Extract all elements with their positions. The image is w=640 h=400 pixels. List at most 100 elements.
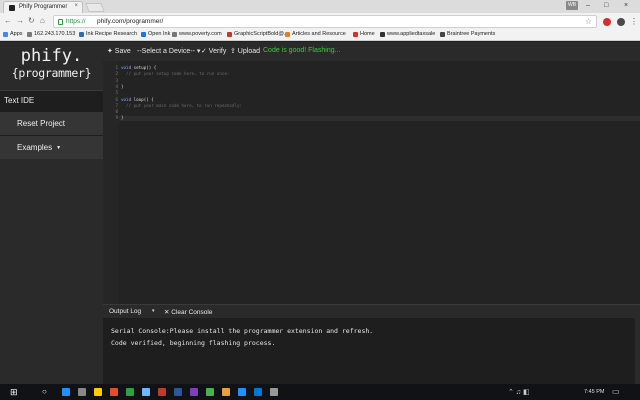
reload-icon[interactable]: ↻ [28,16,35,25]
tab-phify-programmer[interactable]: Phify Programmer × [3,1,83,13]
bookmark-item[interactable]: 162.243.170.153 [27,31,75,37]
bookmark-item[interactable]: Open Ink [141,31,170,37]
editor-toolbar: ✦ Save --Select a Device-- ▾ ✓ Verify ⇪ … [103,42,640,61]
tab-title: Phify Programmer [19,4,68,10]
taskbar-app-icon[interactable] [158,388,166,396]
line-number: 3 [115,77,118,83]
bookmark-label: Articles and Resource [292,31,346,37]
output-log-select[interactable]: Output Log [109,308,141,315]
taskbar-app-icon[interactable] [190,388,198,396]
active-line-highlight [119,116,640,121]
code-text: } [121,115,124,121]
extension-adblock-icon[interactable] [603,18,611,26]
extension-icon[interactable] [617,18,625,26]
bookmark-favicon-icon [353,31,358,37]
sidebar-section-text-ide[interactable]: Text IDE [0,90,103,111]
console-line: Serial Console:Please install the progra… [111,327,374,335]
chevron-down-icon[interactable]: ▾ [152,308,155,314]
bookmark-star-icon[interactable]: ☆ [585,17,592,26]
system-tray-icons[interactable]: ⌃ ♫ ◧ [508,388,530,396]
bookmark-item[interactable]: www.appliedtaxsale [380,31,435,37]
maximize-icon[interactable]: □ [604,2,608,9]
save-button[interactable]: ✦ Save [107,47,131,55]
code-line: // put your main code here, to run repea… [121,103,242,108]
taskbar-app-icon[interactable] [270,388,278,396]
bookmark-item[interactable]: Ink Recipe Research [79,31,137,37]
taskbar-clock[interactable]: 7:45 PM [584,389,604,395]
bookmark-label: Ink Recipe Research [86,31,138,37]
address-bar[interactable]: https:// phify.com/programmer/ ☆ [53,15,597,28]
notification-icon[interactable]: ▭ [612,387,620,396]
output-log-value: Output Log [109,308,142,315]
search-icon[interactable]: ○ [42,387,47,396]
code-keyword: void [121,96,132,102]
taskbar-app-icon[interactable] [94,388,102,396]
bookmark-label: GraphicScriptBold@... [234,31,289,37]
line-number: 6 [115,96,118,102]
new-tab-button[interactable] [85,3,105,12]
status-message: Code is good! Flashing... [263,47,341,54]
bookmark-item[interactable]: Home [353,31,375,37]
bookmark-label: Open Ink [148,31,171,37]
console-scrollbar[interactable] [635,318,640,384]
code-text: } [121,83,124,89]
bookmark-label: www.appliedtaxsale [387,31,436,37]
bookmark-favicon-icon [3,31,8,37]
line-number-gutter: 123456789 [103,61,119,304]
bookmark-label: 162.243.170.153 [34,31,76,37]
taskbar-app-icon[interactable] [174,388,182,396]
phify-app: phify. {programmer} Text IDE Reset Proje… [0,42,640,384]
bookmark-item[interactable]: Braintree Payments [440,31,495,37]
upload-button[interactable]: ⇪ Upload [230,47,260,55]
code-line: void loop() { [121,97,154,102]
logo-title: phify. [20,46,83,66]
taskbar-app-icon[interactable] [142,388,150,396]
bookmark-item[interactable]: Articles and Resource [285,31,346,37]
device-select-value: --Select a Device-- [137,48,195,55]
bookmark-favicon-icon [172,31,177,37]
code-keyword: void [121,65,132,70]
bookmark-favicon-icon [79,31,84,37]
code-line: // put your setup code here, to run once… [121,71,229,76]
bookmark-label: Braintree Payments [447,31,496,37]
console-line: Code verified, beginning flashing proces… [111,339,276,347]
sidebar-item-label: Reset Project [17,119,66,128]
url-text: phify.com/programmer/ [97,18,164,25]
taskbar-app-icon[interactable] [78,388,86,396]
taskbar-app-icon[interactable] [206,388,214,396]
profile-badge[interactable]: WB [566,1,578,10]
browser-menu-icon[interactable]: ⋮ [630,17,638,26]
taskbar-app-icon[interactable] [254,388,262,396]
bookmark-item[interactable]: Apps [3,31,23,37]
device-select[interactable]: --Select a Device-- ▾ [137,47,200,55]
minimize-icon[interactable]: – [586,2,590,9]
taskbar-app-icon[interactable] [238,388,246,396]
close-window-icon[interactable]: × [624,2,628,9]
sidebar-item-label: Examples [17,143,53,152]
sidebar-item-reset-project[interactable]: Reset Project [0,111,103,135]
windows-start-icon[interactable]: ⊞ [10,387,18,398]
tab-close-icon[interactable]: × [74,3,78,9]
line-number: 1 [115,65,118,70]
browser-window: Phify Programmer × WB – □ × ← → ↻ ⌂ http… [0,0,640,384]
bookmarks-bar: Apps 162.243.170.153 Ink Recipe Research Op… [0,30,640,41]
bookmark-favicon-icon [227,31,232,37]
back-icon[interactable]: ← [4,16,12,25]
taskbar-app-icon[interactable] [222,388,230,396]
taskbar-app-icon[interactable] [62,388,70,396]
console-output: Serial Console:Please install the progra… [103,318,640,384]
taskbar-app-icon[interactable] [126,388,134,396]
home-icon[interactable]: ⌂ [40,16,45,25]
bookmark-favicon-icon [27,31,32,37]
line-number: 8 [115,109,118,115]
chevron-down-icon: ▼ [56,144,62,151]
code-line: void setup() { [121,65,156,70]
bookmark-item[interactable]: GraphicScriptBold@... [227,31,289,37]
bookmark-item[interactable]: www.poverty.com [172,31,222,37]
taskbar-app-icon[interactable] [110,388,118,396]
verify-button[interactable]: ✓ Verify [201,47,226,55]
sidebar-item-examples[interactable]: Examples ▼ [0,135,103,159]
clear-console-button[interactable]: ✕ Clear Console [164,308,212,316]
code-editor[interactable]: 123456789 void setup() { // put your set… [103,61,640,304]
forward-icon[interactable]: → [16,16,24,25]
